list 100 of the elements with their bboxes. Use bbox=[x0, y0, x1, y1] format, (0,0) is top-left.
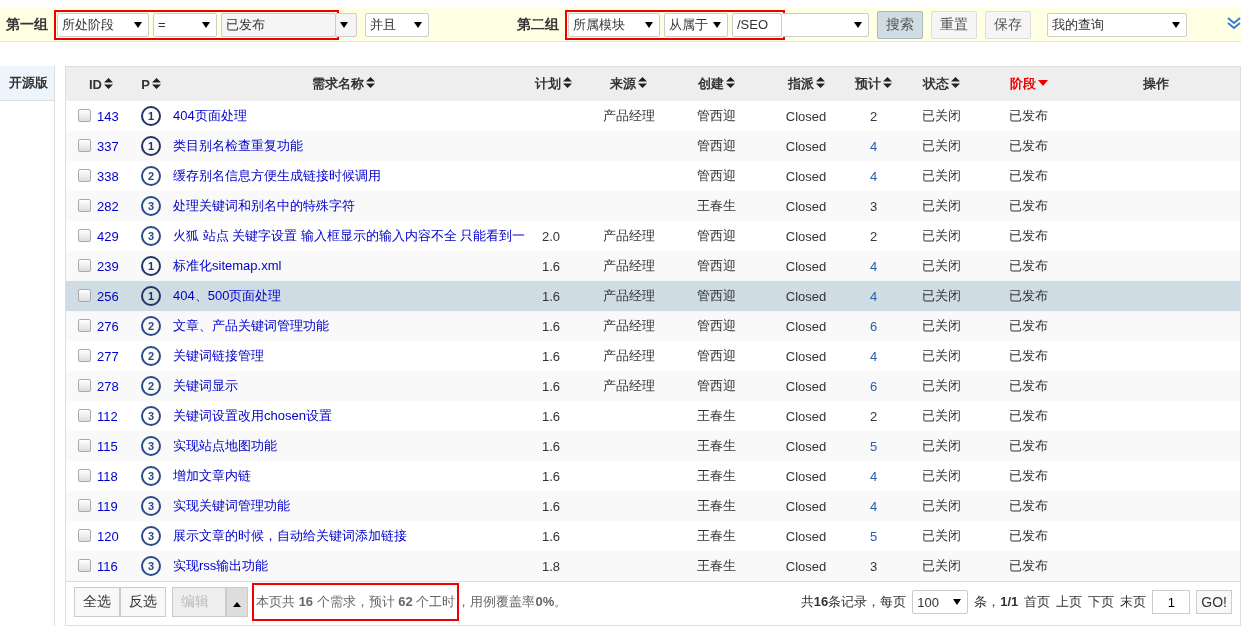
row-checkbox[interactable] bbox=[78, 138, 91, 152]
table-row[interactable]: 277 2 关键词链接管理 1.6 产品经理 管西迎 Closed 4 已关闭 已发布 bbox=[66, 341, 1240, 371]
story-link[interactable]: 增加文章内链 bbox=[167, 468, 251, 483]
id-link[interactable]: 115 bbox=[97, 438, 118, 454]
table-cell: 产品经理 bbox=[602, 348, 655, 363]
table-row[interactable]: 276 2 文章、产品关键词管理功能 1.6 产品经理 管西迎 Closed 6 已关闭 已发布 bbox=[66, 311, 1240, 341]
row-checkbox[interactable] bbox=[78, 228, 91, 242]
field-select[interactable]: 所处阶段 bbox=[57, 12, 149, 37]
table-row[interactable]: 337 1 类目别名检查重复功能 管西迎 Closed 4 已关闭 已发布 bbox=[66, 131, 1240, 161]
column-header[interactable]: 指派 bbox=[761, 67, 851, 101]
row-checkbox[interactable] bbox=[78, 198, 91, 212]
story-link[interactable]: 关键词链接管理 bbox=[167, 348, 264, 363]
story-link[interactable]: 实现站点地图功能 bbox=[167, 438, 277, 453]
row-checkbox[interactable] bbox=[78, 348, 91, 362]
expand-icon[interactable] bbox=[1227, 16, 1241, 30]
column-header[interactable]: 预计 bbox=[851, 67, 896, 101]
table-row[interactable]: 278 2 关键词显示 1.6 产品经理 管西迎 Closed 6 已关闭 已发布 bbox=[66, 371, 1240, 401]
story-link[interactable]: 类目别名检查重复功能 bbox=[167, 138, 303, 153]
id-link[interactable]: 112 bbox=[97, 408, 118, 424]
row-checkbox[interactable] bbox=[78, 318, 91, 332]
row-checkbox[interactable] bbox=[78, 498, 91, 512]
pager-link[interactable]: 末页 bbox=[1120, 593, 1147, 611]
toolbar-button[interactable]: 保存 bbox=[985, 10, 1031, 39]
toolbar-button[interactable]: 搜索 bbox=[877, 10, 923, 39]
value-dropdown-toggle[interactable] bbox=[781, 12, 869, 37]
page-input[interactable]: 1 bbox=[1152, 590, 1191, 614]
story-link[interactable]: 关键词设置改用chosen设置 bbox=[167, 408, 332, 423]
row-checkbox[interactable] bbox=[78, 408, 91, 422]
table-row[interactable]: 338 2 缓存别名信息方便生成链接时候调用 管西迎 Closed 4 已关闭 已发布 bbox=[66, 161, 1240, 191]
story-link[interactable]: 火狐 站点 关键字设置 输入框显示的输入内容不全 只能看到一 bbox=[167, 228, 526, 243]
story-link[interactable]: 处理关键词和别名中的特殊字符 bbox=[167, 198, 355, 213]
id-link[interactable]: 429 bbox=[97, 228, 119, 244]
operator-select[interactable]: = bbox=[153, 12, 217, 37]
story-link[interactable]: 标准化sitemap.xml bbox=[167, 258, 282, 273]
id-link[interactable]: 116 bbox=[97, 558, 118, 574]
table-row[interactable]: 115 3 实现站点地图功能 1.6 王春生 Closed 5 已关闭 已发布 bbox=[66, 431, 1240, 461]
column-header[interactable]: ID bbox=[66, 67, 136, 101]
id-link[interactable]: 282 bbox=[97, 198, 119, 214]
saved-query-select[interactable]: 我的查询 bbox=[1047, 12, 1187, 37]
row-checkbox[interactable] bbox=[78, 108, 91, 122]
logic-select[interactable]: 并且 bbox=[365, 12, 429, 37]
pager-link[interactable]: 下页 bbox=[1088, 593, 1115, 611]
story-link[interactable]: 关键词显示 bbox=[167, 378, 238, 393]
column-header[interactable]: 创建 bbox=[671, 67, 761, 101]
table-row[interactable]: 120 3 展示文章的时候，自动给关键词添加链接 1.6 王春生 Closed 5 已关闭 已发布 bbox=[66, 521, 1240, 551]
id-link[interactable]: 277 bbox=[97, 348, 119, 364]
row-checkbox[interactable] bbox=[78, 558, 91, 572]
row-checkbox[interactable] bbox=[78, 438, 91, 452]
table-row[interactable]: 119 3 实现关键词管理功能 1.6 王春生 Closed 4 已关闭 已发布 bbox=[66, 491, 1240, 521]
id-link[interactable]: 143 bbox=[97, 108, 119, 124]
invert-selection-button[interactable]: 反选 bbox=[120, 587, 166, 617]
per-page-select[interactable]: 100 bbox=[912, 590, 969, 614]
story-link[interactable]: 文章、产品关键词管理功能 bbox=[167, 318, 329, 333]
field-select[interactable]: 所属模块 bbox=[568, 12, 660, 37]
row-checkbox[interactable] bbox=[78, 288, 91, 302]
story-link[interactable]: 展示文章的时候，自动给关键词添加链接 bbox=[167, 528, 407, 543]
row-checkbox[interactable] bbox=[78, 168, 91, 182]
go-button[interactable]: GO! bbox=[1196, 590, 1232, 614]
id-link[interactable]: 278 bbox=[97, 378, 119, 394]
pager-link[interactable]: 首页 bbox=[1024, 593, 1051, 611]
id-link[interactable]: 276 bbox=[97, 318, 119, 334]
sidebar-item[interactable]: 开源版 bbox=[0, 66, 54, 101]
story-link[interactable]: 实现rss输出功能 bbox=[167, 558, 269, 573]
table-row[interactable]: 239 1 标准化sitemap.xml 1.6 产品经理 管西迎 Closed 4 已关闭 已发布 bbox=[66, 251, 1240, 281]
column-header[interactable]: 需求名称 bbox=[166, 67, 521, 101]
row-checkbox[interactable] bbox=[78, 468, 91, 482]
story-link[interactable]: 缓存别名信息方便生成链接时候调用 bbox=[167, 168, 381, 183]
id-link[interactable]: 256 bbox=[97, 288, 119, 304]
id-link[interactable]: 337 bbox=[97, 138, 119, 154]
column-header[interactable]: 状态 bbox=[896, 67, 986, 101]
column-header[interactable]: 计划 bbox=[521, 67, 586, 101]
id-link[interactable]: 338 bbox=[97, 168, 119, 184]
row-checkbox[interactable] bbox=[78, 528, 91, 542]
row-checkbox[interactable] bbox=[78, 258, 91, 272]
id-link[interactable]: 118 bbox=[97, 468, 118, 484]
operator-select[interactable]: 从属于 bbox=[664, 12, 728, 37]
id-link[interactable]: 239 bbox=[97, 258, 119, 274]
table-row[interactable]: 118 3 增加文章内链 1.6 王春生 Closed 4 已关闭 已发布 bbox=[66, 461, 1240, 491]
select-all-button[interactable]: 全选 bbox=[74, 587, 120, 617]
table-row[interactable]: 116 3 实现rss输出功能 1.8 王春生 Closed 3 已关闭 已发布 bbox=[66, 551, 1240, 581]
table-row[interactable]: 112 3 关键词设置改用chosen设置 1.6 王春生 Closed 2 已关闭 已发布 bbox=[66, 401, 1240, 431]
column-header[interactable]: 来源 bbox=[586, 67, 671, 101]
table-row[interactable]: 429 3 火狐 站点 关键字设置 输入框显示的输入内容不全 只能看到一 2.0 产品经理 管西迎 Closed 2 已关闭 已发布 bbox=[66, 221, 1240, 251]
pager-link[interactable]: 上页 bbox=[1056, 593, 1083, 611]
column-header[interactable]: P bbox=[136, 67, 166, 101]
dropup-button[interactable] bbox=[226, 587, 248, 617]
table-row[interactable]: 143 1 404页面处理 产品经理 管西迎 Closed 2 已关闭 已发布 bbox=[66, 101, 1240, 131]
story-link[interactable]: 404、500页面处理 bbox=[167, 288, 282, 303]
value-field[interactable]: 已发布 bbox=[221, 12, 336, 37]
row-checkbox[interactable] bbox=[78, 378, 91, 392]
value-dropdown-toggle[interactable] bbox=[335, 12, 357, 37]
table-cell: Closed bbox=[785, 228, 827, 244]
table-row[interactable]: 282 3 处理关键词和别名中的特殊字符 王春生 Closed 3 已关闭 已发布 bbox=[66, 191, 1240, 221]
id-link[interactable]: 120 bbox=[97, 528, 119, 544]
id-link[interactable]: 119 bbox=[97, 498, 118, 514]
story-link[interactable]: 404页面处理 bbox=[167, 108, 247, 123]
story-link[interactable]: 实现关键词管理功能 bbox=[167, 498, 290, 513]
toolbar-button[interactable]: 重置 bbox=[931, 10, 977, 39]
column-header[interactable]: 阶段 bbox=[986, 67, 1071, 101]
value-field[interactable]: /SEO bbox=[732, 12, 782, 37]
